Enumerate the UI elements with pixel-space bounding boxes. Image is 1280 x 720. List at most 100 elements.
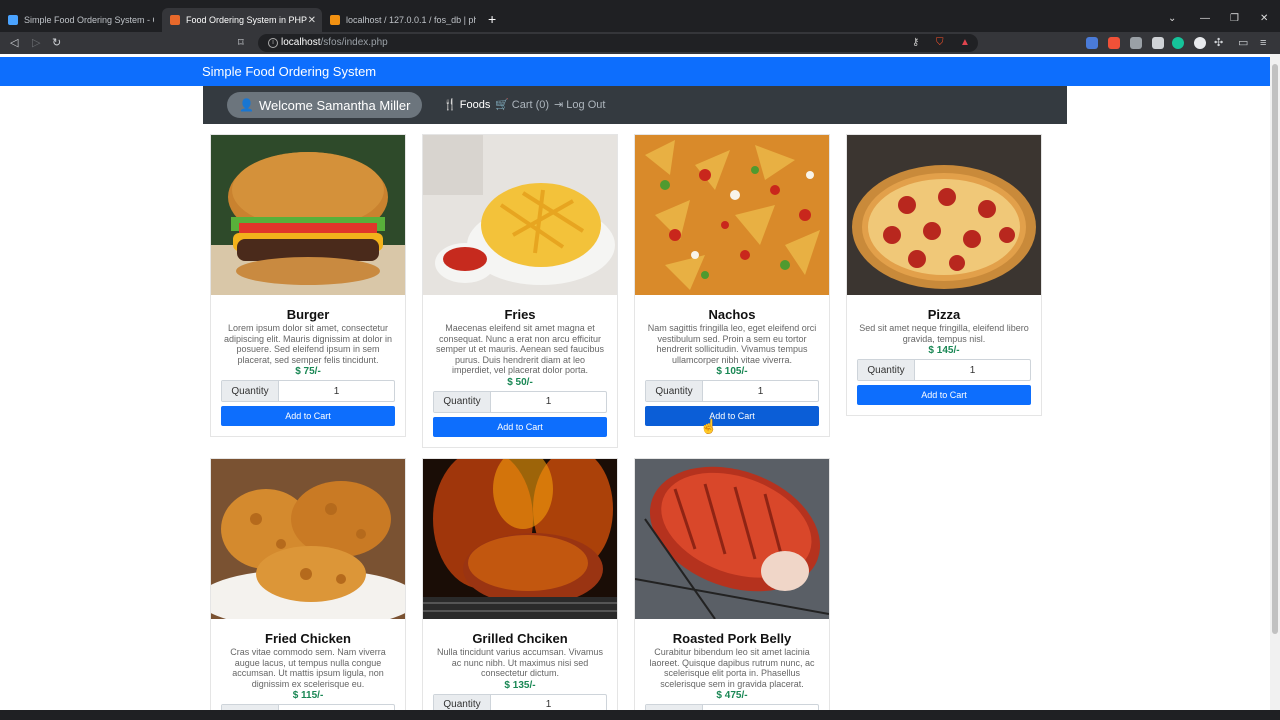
browser-tab-phpmyadmin[interactable]: localhost / 127.0.0.1 / fos_db | phpMy	[322, 8, 484, 32]
page-scrollbar[interactable]	[1270, 54, 1280, 720]
product-card: Fried Chicken Cras vitae commodo sem. Na…	[210, 458, 406, 720]
product-card: Nachos Nam sagittis fringilla leo, eget …	[634, 134, 830, 437]
site-favicon-icon	[170, 15, 180, 25]
brave-rewards-icon[interactable]: ▲	[960, 37, 970, 48]
quantity-label: Quantity	[858, 360, 915, 380]
quantity-group: Quantity 1	[857, 359, 1031, 381]
product-card: Burger Lorem ipsum dolor sit amet, conse…	[210, 134, 406, 437]
url-text: localhost/sfos/index.php	[281, 37, 388, 48]
roasted-pork-belly-image	[635, 459, 829, 619]
nav-logout-link[interactable]: ⇥ Log Out	[554, 98, 605, 111]
site-brand[interactable]: Simple Food Ordering System	[202, 64, 376, 79]
product-name: Roasted Pork Belly	[672, 631, 792, 646]
camera-extension-icon[interactable]	[1130, 37, 1142, 49]
add-to-cart-button[interactable]: Add to Cart	[433, 416, 607, 437]
product-name: Fries	[504, 307, 536, 322]
quantity-group: Quantity 1	[433, 390, 607, 413]
quantity-label: Quantity	[434, 391, 491, 412]
address-bar[interactable]: i localhost/sfos/index.php ⚷ ⛉ ▲	[258, 34, 978, 52]
add-to-cart-button[interactable]: Add to Cart	[645, 406, 819, 426]
welcome-text: Welcome Samantha Miller	[258, 97, 411, 113]
product-name: Pizza	[927, 307, 961, 322]
product-card: Pizza Sed sit amet neque fringilla, elei…	[846, 134, 1042, 416]
site-info-icon[interactable]: i	[268, 38, 278, 48]
close-window-icon[interactable]: ✕	[1260, 14, 1268, 24]
product-name: Fried Chicken	[265, 631, 351, 646]
product-name: Nachos	[708, 307, 756, 322]
product-price: $ 145/-	[928, 345, 960, 356]
swift-extension-icon[interactable]	[1108, 37, 1120, 49]
bookmark-icon[interactable]: ⌑	[238, 37, 244, 49]
tab-search-icon[interactable]: ⌄	[1168, 14, 1176, 24]
product-price: $ 50/-	[507, 376, 533, 388]
top-navbar: Simple Food Ordering System	[0, 57, 1270, 86]
dark-mode-extension-icon[interactable]	[1194, 37, 1206, 49]
back-icon[interactable]: ◁	[10, 37, 18, 49]
nav-cart-link[interactable]: 🛒 Cart (0)	[495, 98, 549, 111]
pizza-image	[847, 135, 1041, 295]
product-name: Grilled Chciken	[472, 631, 568, 646]
quantity-input[interactable]: 1	[703, 381, 818, 401]
product-price: $ 135/-	[504, 679, 536, 691]
product-price: $ 115/-	[292, 690, 324, 701]
forward-icon[interactable]: ▷	[32, 37, 40, 49]
product-price: $ 75/-	[295, 366, 321, 377]
user-icon: 👤	[239, 98, 254, 112]
nachos-image	[635, 135, 829, 295]
product-card: Roasted Pork Belly Curabitur bibendum le…	[634, 458, 830, 720]
mouse-cursor-icon: ☝	[700, 418, 718, 434]
product-description: Maecenas eleifend sit amet magna et cons…	[435, 323, 605, 375]
quantity-label: Quantity	[646, 381, 703, 401]
quantity-label: Quantity	[222, 381, 279, 401]
wallet-icon[interactable]: ▭	[1238, 37, 1248, 49]
product-name: Burger	[286, 307, 330, 322]
bottom-edge	[0, 710, 1280, 720]
user-navbar: 👤 Welcome Samantha Miller 🍴 Foods 🛒 Cart…	[203, 86, 1067, 124]
product-card: Fries Maecenas eleifend sit amet magna e…	[422, 134, 618, 448]
maximize-icon[interactable]: ❐	[1230, 14, 1239, 24]
extensions-icon[interactable]: ✣	[1214, 37, 1223, 49]
shield-extension-icon[interactable]	[1152, 37, 1164, 49]
quantity-input[interactable]: 1	[915, 360, 1030, 380]
quantity-input[interactable]: 1	[491, 392, 606, 412]
key-icon[interactable]: ⚷	[912, 37, 919, 48]
quantity-group: Quantity 1	[645, 380, 819, 402]
quantity-group: Quantity 1	[221, 380, 395, 402]
reload-icon[interactable]: ↻	[52, 37, 61, 49]
new-tab-icon[interactable]: +	[488, 12, 496, 26]
product-description: Cras vitae commodo sem. Nam viverra augu…	[230, 647, 386, 689]
browser-toolbar: ◁ ▷ ↻ ⌑ i localhost/sfos/index.php ⚷ ⛉ ▲…	[0, 32, 1280, 54]
product-price: $ 105/-	[716, 366, 748, 377]
product-description: Lorem ipsum dolor sit amet, consectetur …	[223, 323, 393, 365]
browser-tab-client[interactable]: Simple Food Ordering System - Client	[0, 8, 162, 32]
grammarly-extension-icon[interactable]	[1172, 37, 1184, 49]
minimize-icon[interactable]: —	[1200, 14, 1210, 24]
tab-title: localhost / 127.0.0.1 / fos_db | phpMy	[346, 15, 476, 25]
translate-extension-icon[interactable]	[1086, 37, 1098, 49]
brave-shield-icon[interactable]: ⛉	[936, 37, 944, 48]
product-description: Nam sagittis fringilla leo, eget eleifen…	[647, 323, 817, 365]
fries-image	[423, 135, 617, 295]
product-description: Curabitur bibendum leo sit amet lacinia …	[649, 647, 815, 689]
add-to-cart-button[interactable]: Add to Cart	[221, 406, 395, 426]
quantity-input[interactable]: 1	[279, 381, 394, 401]
add-to-cart-button[interactable]: Add to Cart	[857, 385, 1031, 405]
site-favicon-icon	[8, 15, 18, 25]
nav-foods-link[interactable]: 🍴 Foods	[443, 98, 490, 111]
product-card: Grilled Chciken Nulla tincidunt varius a…	[422, 458, 618, 717]
welcome-badge: 👤 Welcome Samantha Miller	[227, 92, 423, 118]
menu-icon[interactable]: ≡	[1260, 37, 1266, 49]
grilled-chicken-image	[423, 459, 617, 619]
scrollbar-thumb[interactable]	[1272, 64, 1278, 634]
tab-title: Food Ordering System in PHP	[186, 15, 308, 25]
product-description: Nulla tincidunt varius accumsan. Vivamus…	[437, 647, 603, 678]
product-price: $ 475/-	[716, 690, 748, 701]
close-tab-icon[interactable]: ✕	[308, 15, 316, 26]
phpmyadmin-favicon-icon	[330, 15, 340, 25]
tab-title: Simple Food Ordering System - Client	[24, 15, 154, 25]
web-page: Simple Food Ordering System 👤 Welcome Sa…	[0, 54, 1270, 720]
burger-image	[211, 135, 405, 295]
browser-tab-active[interactable]: Food Ordering System in PHP ✕	[162, 8, 322, 32]
browser-tab-bar: Simple Food Ordering System - Client Foo…	[0, 0, 1280, 32]
fried-chicken-image	[211, 459, 405, 619]
